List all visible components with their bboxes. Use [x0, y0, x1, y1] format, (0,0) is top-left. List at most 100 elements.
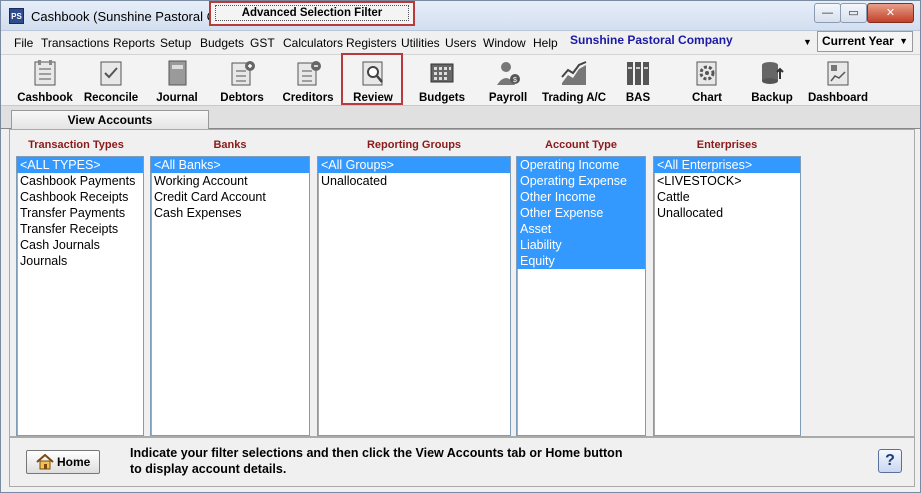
toolbar: Cashbook Reconcile Journal Debtors Credi…	[1, 54, 920, 106]
filter-panel: Transaction Types <ALL TYPES> Cashbook P…	[9, 129, 915, 437]
list-item[interactable]: Cash Expenses	[151, 205, 309, 221]
list-item[interactable]: Cashbook Receipts	[17, 189, 143, 205]
list-item[interactable]: Transfer Payments	[17, 205, 143, 221]
budgets-calculator-icon	[430, 63, 454, 83]
toolbar-journal-label: Journal	[156, 92, 198, 104]
company-selector[interactable]	[566, 31, 816, 51]
list-item[interactable]: Operating Income	[517, 157, 645, 173]
creditors-icon	[297, 61, 321, 86]
list-item[interactable]: Cash Journals	[17, 237, 143, 253]
journal-icon	[168, 60, 187, 86]
list-item[interactable]: Cattle	[654, 189, 800, 205]
menu-file[interactable]: File	[14, 36, 33, 50]
debtors-icon	[231, 61, 255, 86]
transaction-types-list[interactable]: <ALL TYPES> Cashbook Payments Cashbook R…	[16, 156, 144, 436]
toolbar-backup-label: Backup	[751, 92, 793, 104]
menu-transactions[interactable]: Transactions	[41, 36, 109, 50]
instruction-line-1: Indicate your filter selections and then…	[130, 446, 623, 460]
toolbar-dashboard-button[interactable]: Dashboard	[805, 57, 871, 107]
instruction-text: Indicate your filter selections and then…	[130, 445, 690, 477]
list-item[interactable]: <All Groups>	[318, 157, 510, 173]
list-item[interactable]: <ALL TYPES>	[17, 157, 143, 173]
close-button[interactable]: ✕	[867, 3, 914, 23]
toolbar-debtors-button[interactable]: Debtors	[211, 57, 273, 107]
menu-calculators[interactable]: Calculators	[283, 36, 343, 50]
list-item[interactable]: Cashbook Payments	[17, 173, 143, 189]
toolbar-cashbook-button[interactable]: Cashbook	[11, 57, 79, 107]
list-item[interactable]: Asset	[517, 221, 645, 237]
menu-utilities[interactable]: Utilities	[401, 36, 440, 50]
menu-registers[interactable]: Registers	[346, 36, 397, 50]
list-item[interactable]: Credit Card Account	[151, 189, 309, 205]
toolbar-chart-label: Chart	[691, 92, 723, 104]
enterprises-header: Enterprises	[696, 139, 758, 151]
toolbar-budgets-button[interactable]: Budgets	[411, 57, 473, 107]
chart-gear-icon	[696, 61, 717, 86]
home-button-label: Home	[57, 455, 91, 469]
tab-view-accounts[interactable]: View Accounts	[11, 110, 209, 129]
toolbar-reconcile-label: Reconcile	[83, 92, 139, 104]
menu-reports[interactable]: Reports	[113, 36, 155, 50]
toolbar-reconcile-button[interactable]: Reconcile	[79, 57, 143, 107]
reconcile-icon	[100, 61, 122, 86]
list-item[interactable]: Liability	[517, 237, 645, 253]
list-item[interactable]: Journals	[17, 253, 143, 269]
minimize-button[interactable]: —	[814, 3, 841, 23]
tab-strip: View Accounts	[1, 106, 920, 129]
tab-advanced-selection-filter[interactable]: Advanced Selection Filter	[209, 1, 415, 26]
toolbar-trading-label: Trading A/C	[541, 92, 607, 104]
list-item[interactable]: Operating Expense	[517, 173, 645, 189]
toolbar-cashbook-label: Cashbook	[17, 92, 73, 104]
banks-list[interactable]: <All Banks> Working Account Credit Card …	[150, 156, 310, 436]
toolbar-debtors-label: Debtors	[220, 92, 264, 104]
list-item[interactable]: <All Banks>	[151, 157, 309, 173]
menu-budgets[interactable]: Budgets	[200, 36, 244, 50]
menu-setup[interactable]: Setup	[160, 36, 191, 50]
toolbar-journal-button[interactable]: Journal	[149, 57, 205, 107]
svg-text:$: $	[513, 77, 517, 84]
toolbar-creditors-label: Creditors	[282, 92, 334, 104]
year-selector[interactable]: Current Year ▼	[817, 31, 913, 52]
toolbar-backup-button[interactable]: Backup	[745, 57, 799, 107]
toolbar-bas-button[interactable]: BAS	[615, 57, 661, 107]
maximize-button[interactable]: ▭	[840, 3, 867, 23]
reporting-groups-header: Reporting Groups	[366, 139, 462, 151]
list-item[interactable]: Other Expense	[517, 205, 645, 221]
footer-bar: Home Indicate your filter selections and…	[9, 437, 915, 487]
list-item[interactable]: Working Account	[151, 173, 309, 189]
account-type-list[interactable]: Operating Income Operating Expense Other…	[516, 156, 646, 436]
list-item[interactable]: <LIVESTOCK>	[654, 173, 800, 189]
list-item[interactable]: Other Income	[517, 189, 645, 205]
banks-header: Banks	[213, 139, 247, 151]
payroll-person-icon: $	[497, 62, 520, 85]
list-item[interactable]: Unallocated	[654, 205, 800, 221]
cashbook-icon	[34, 60, 56, 86]
menu-window[interactable]: Window	[483, 36, 526, 50]
trading-chart-icon	[561, 61, 587, 85]
review-highlight-box	[341, 53, 403, 105]
toolbar-trading-button[interactable]: Trading A/C	[539, 57, 609, 107]
list-item[interactable]: <All Enterprises>	[654, 157, 800, 173]
toolbar-budgets-label: Budgets	[419, 92, 465, 104]
app-window: PS Cashbook (Sunshine Pastoral Company) …	[0, 0, 921, 493]
home-button[interactable]: Home	[26, 450, 100, 474]
list-item[interactable]: Equity	[517, 253, 645, 269]
account-type-header: Account Type	[545, 139, 617, 151]
menu-gst[interactable]: GST	[250, 36, 275, 50]
toolbar-creditors-button[interactable]: Creditors	[277, 57, 339, 107]
reporting-groups-list[interactable]: <All Groups> Unallocated	[317, 156, 511, 436]
menu-users[interactable]: Users	[445, 36, 476, 50]
app-logo-icon: PS	[9, 8, 24, 24]
toolbar-chart-button[interactable]: Chart	[681, 57, 733, 107]
toolbar-payroll-label: Payroll	[488, 92, 528, 104]
toolbar-payroll-button[interactable]: $ Payroll	[479, 57, 537, 107]
menu-help[interactable]: Help	[533, 36, 558, 50]
home-icon	[36, 454, 54, 470]
enterprises-list[interactable]: <All Enterprises> <LIVESTOCK> Cattle Una…	[653, 156, 801, 436]
list-item[interactable]: Transfer Receipts	[17, 221, 143, 237]
backup-database-icon	[762, 62, 784, 84]
help-button[interactable]: ?	[878, 449, 902, 473]
dashboard-icon	[827, 61, 849, 86]
list-item[interactable]: Unallocated	[318, 173, 510, 189]
company-dropdown-arrow-icon[interactable]: ▼	[803, 37, 812, 47]
